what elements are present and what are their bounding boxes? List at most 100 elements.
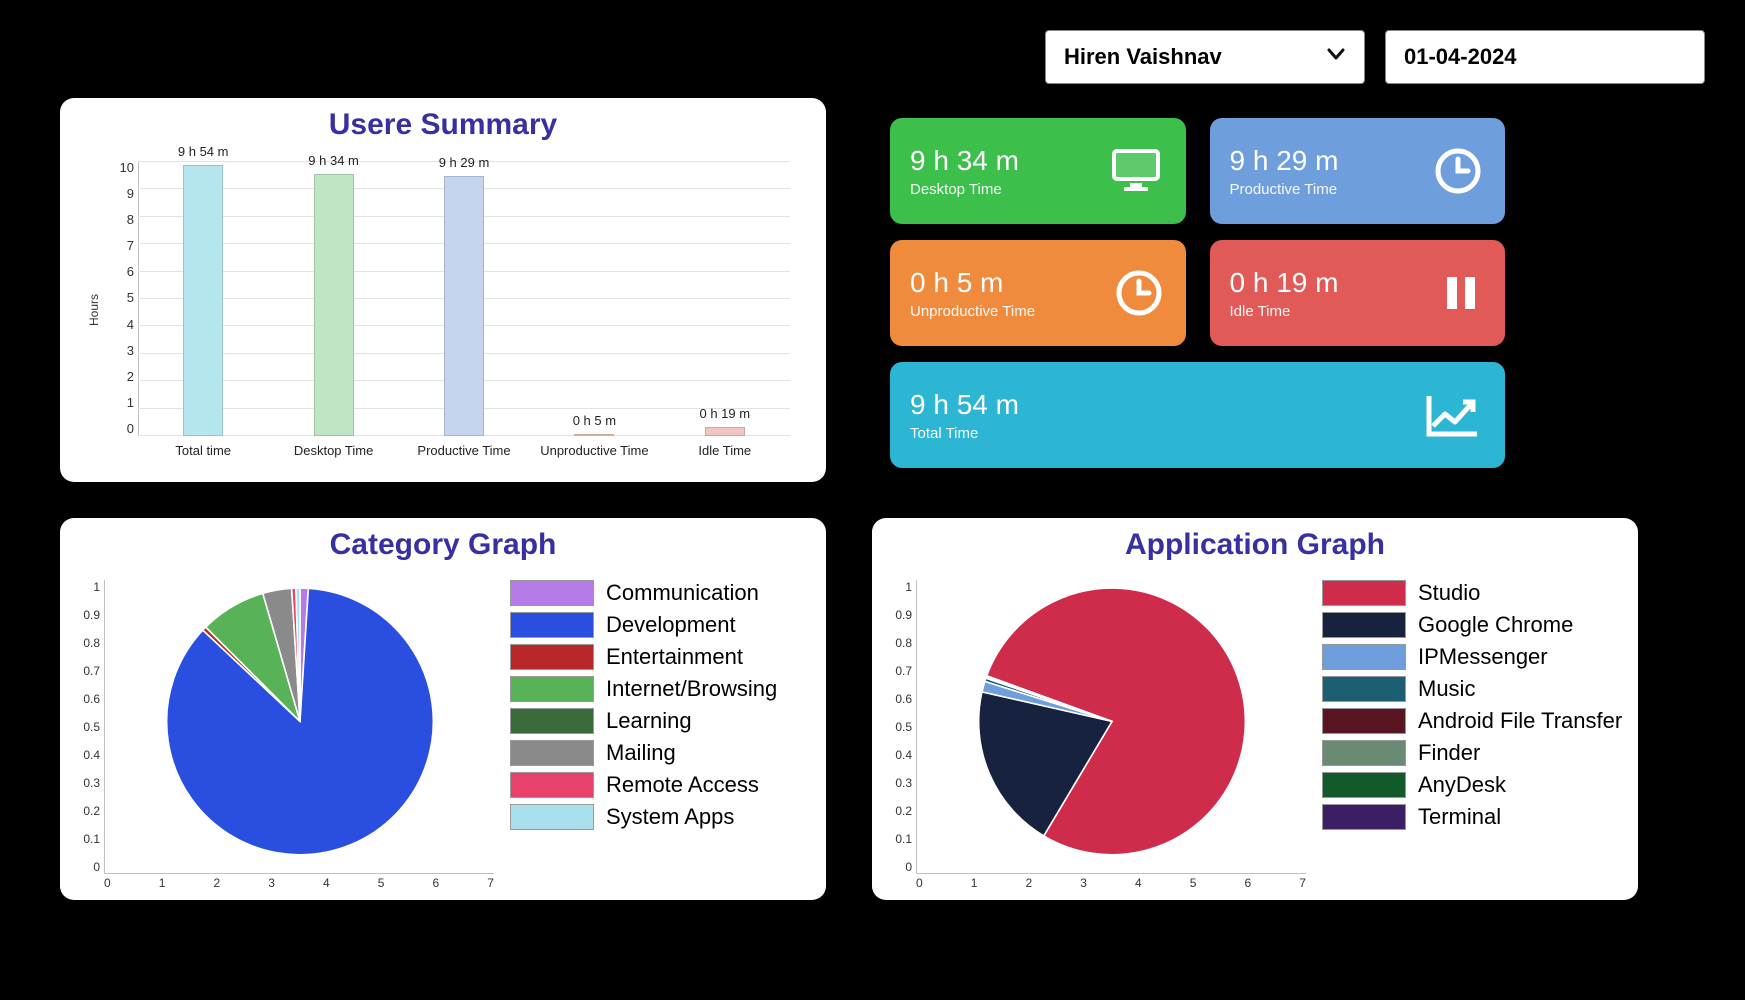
- legend-swatch: [510, 740, 594, 766]
- bar-category-label: Idle Time: [698, 443, 751, 458]
- legend-label: Internet/Browsing: [606, 676, 777, 702]
- legend-swatch: [510, 708, 594, 734]
- legend-swatch: [510, 772, 594, 798]
- tile-idle-time[interactable]: 0 h 19 m Idle Time: [1210, 240, 1506, 346]
- application-graph-title: Application Graph: [872, 528, 1638, 562]
- legend-item[interactable]: Development: [510, 612, 814, 638]
- user-summary-card: Usere Summary Hours 109876543210 9 h 54 …: [60, 98, 826, 482]
- tile-label: Total Time: [910, 425, 1485, 442]
- legend-swatch: [1322, 740, 1406, 766]
- legend-label: Finder: [1418, 740, 1480, 766]
- bar-category-label: Desktop Time: [294, 443, 373, 458]
- plot-area: 9 h 54 mTotal time9 h 34 mDesktop Time9 …: [138, 162, 790, 436]
- bar-total-time[interactable]: [183, 165, 223, 436]
- tile-unproductive-time[interactable]: 0 h 5 m Unproductive Time: [890, 240, 1186, 346]
- legend-item[interactable]: Learning: [510, 708, 814, 734]
- clock-icon: [1114, 268, 1164, 318]
- category-legend: Communication Development Entertainment Int…: [510, 580, 814, 836]
- bar-idle-time[interactable]: [705, 427, 745, 436]
- legend-swatch: [1322, 644, 1406, 670]
- legend-swatch: [510, 612, 594, 638]
- legend-swatch: [1322, 580, 1406, 606]
- user-summary-title: Usere Summary: [60, 108, 826, 142]
- summary-tiles: 9 h 34 m Desktop Time 9 h 29 m Productiv…: [890, 118, 1505, 484]
- tile-desktop-time[interactable]: 9 h 34 m Desktop Time: [890, 118, 1186, 224]
- monitor-icon: [1108, 143, 1164, 199]
- legend-swatch: [1322, 612, 1406, 638]
- clock-icon: [1433, 146, 1483, 196]
- category-graph-title: Category Graph: [60, 528, 826, 562]
- bar-value-label: 9 h 29 m: [439, 155, 490, 170]
- legend-item[interactable]: AnyDesk: [1322, 772, 1626, 798]
- legend-item[interactable]: Terminal: [1322, 804, 1626, 830]
- bar-productive-time[interactable]: [444, 176, 484, 436]
- legend-item[interactable]: Studio: [1322, 580, 1626, 606]
- legend-label: Development: [606, 612, 736, 638]
- tile-total-time[interactable]: 9 h 54 m Total Time: [890, 362, 1505, 468]
- y-axis-ticks: 109876543210: [110, 160, 134, 436]
- user-select[interactable]: Hiren Vaishnav: [1045, 30, 1365, 84]
- legend-item[interactable]: Entertainment: [510, 644, 814, 670]
- user-select-value: Hiren Vaishnav: [1064, 44, 1222, 70]
- legend-item[interactable]: Finder: [1322, 740, 1626, 766]
- legend-label: Android File Transfer: [1418, 708, 1622, 734]
- tile-productive-time[interactable]: 9 h 29 m Productive Time: [1210, 118, 1506, 224]
- legend-swatch: [1322, 676, 1406, 702]
- bar-category-label: Productive Time: [417, 443, 510, 458]
- legend-swatch: [1322, 772, 1406, 798]
- user-summary-chart: Hours 109876543210 9 h 54 mTotal time9 h…: [60, 148, 820, 472]
- legend-swatch: [510, 804, 594, 830]
- tile-value: 9 h 54 m: [910, 389, 1485, 421]
- bar-value-label: 0 h 5 m: [573, 413, 616, 428]
- bar-value-label: 0 h 19 m: [700, 406, 751, 421]
- legend-swatch: [1322, 804, 1406, 830]
- application-graph-card: Application Graph 10.90.80.70.60.50.40.3…: [872, 518, 1638, 900]
- legend-label: IPMessenger: [1418, 644, 1548, 670]
- legend-label: Terminal: [1418, 804, 1501, 830]
- legend-swatch: [510, 676, 594, 702]
- legend-item[interactable]: IPMessenger: [1322, 644, 1626, 670]
- legend-label: Google Chrome: [1418, 612, 1573, 638]
- plot-area: [104, 580, 494, 874]
- trend-up-icon: [1423, 390, 1483, 440]
- legend-label: Entertainment: [606, 644, 743, 670]
- bar-value-label: 9 h 54 m: [178, 144, 229, 159]
- legend-swatch: [1322, 708, 1406, 734]
- legend-item[interactable]: Music: [1322, 676, 1626, 702]
- category-graph-card: Category Graph 10.90.80.70.60.50.40.30.2…: [60, 518, 826, 900]
- legend-label: Mailing: [606, 740, 676, 766]
- bar-value-label: 9 h 34 m: [308, 153, 359, 168]
- legend-item[interactable]: System Apps: [510, 804, 814, 830]
- chevron-down-icon: [1326, 44, 1346, 70]
- bar-desktop-time[interactable]: [314, 174, 354, 436]
- legend-label: Remote Access: [606, 772, 759, 798]
- legend-label: Communication: [606, 580, 759, 606]
- legend-item[interactable]: Mailing: [510, 740, 814, 766]
- bar-unproductive-time[interactable]: [574, 434, 614, 436]
- legend-item[interactable]: Remote Access: [510, 772, 814, 798]
- legend-item[interactable]: Google Chrome: [1322, 612, 1626, 638]
- x-axis-ticks: 01234567: [104, 876, 494, 890]
- legend-item[interactable]: Android File Transfer: [1322, 708, 1626, 734]
- pause-icon: [1439, 271, 1483, 315]
- legend-label: Learning: [606, 708, 692, 734]
- plot-area: [916, 580, 1306, 874]
- date-input-value: 01-04-2024: [1404, 44, 1517, 70]
- legend-item[interactable]: Communication: [510, 580, 814, 606]
- category-pie-chart: [160, 581, 440, 861]
- x-axis-ticks: 01234567: [916, 876, 1306, 890]
- legend-label: Music: [1418, 676, 1475, 702]
- bar-category-label: Unproductive Time: [540, 443, 648, 458]
- bar-category-label: Total time: [175, 443, 231, 458]
- legend-swatch: [510, 644, 594, 670]
- date-input[interactable]: 01-04-2024: [1385, 30, 1705, 84]
- legend-label: Studio: [1418, 580, 1480, 606]
- y-axis-ticks: 10.90.80.70.60.50.40.30.20.10: [882, 580, 912, 874]
- legend-item[interactable]: Internet/Browsing: [510, 676, 814, 702]
- legend-label: AnyDesk: [1418, 772, 1506, 798]
- application-legend: Studio Google Chrome IPMessenger Music Andro…: [1322, 580, 1626, 836]
- legend-swatch: [510, 580, 594, 606]
- legend-label: System Apps: [606, 804, 734, 830]
- y-axis-ticks: 10.90.80.70.60.50.40.30.20.10: [70, 580, 100, 874]
- application-pie-chart: [972, 581, 1252, 861]
